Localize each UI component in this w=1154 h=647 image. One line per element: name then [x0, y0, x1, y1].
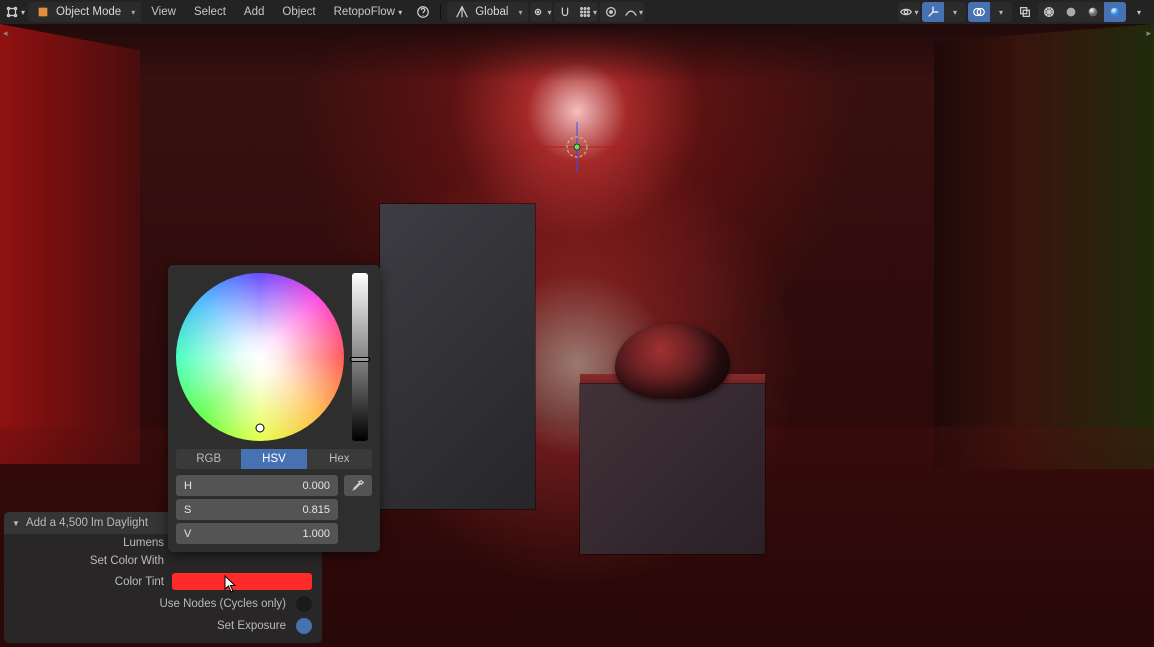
menu-view[interactable]: View: [143, 6, 184, 18]
proportional-curve-dropdown[interactable]: ▾: [622, 2, 644, 22]
overlay-dropdown[interactable]: ▾: [990, 2, 1012, 22]
menu-object[interactable]: Object: [274, 6, 323, 18]
operator-title: Add a 4,500 lm Daylight: [26, 517, 148, 529]
shading-matprev[interactable]: [1082, 2, 1104, 22]
proportional-toggle[interactable]: [600, 2, 622, 22]
saturation-label: S: [184, 504, 191, 516]
visibility-dropdown[interactable]: ▾: [898, 2, 920, 22]
object-short-box: [580, 384, 765, 554]
shading-wireframe[interactable]: [1038, 2, 1060, 22]
lumens-label: Lumens: [14, 537, 164, 549]
set-color-with-label: Set Color With: [14, 555, 164, 567]
color-tint-swatch[interactable]: [172, 573, 312, 590]
saturation-value: 0.815: [302, 504, 330, 516]
color-tint-label: Color Tint: [14, 576, 164, 588]
hue-field[interactable]: H 0.000: [176, 475, 338, 496]
shading-options-dropdown[interactable]: ▾: [1128, 1, 1150, 23]
wall-left: [0, 24, 140, 464]
object-suzanne: [615, 324, 730, 399]
saturation-field[interactable]: S 0.815: [176, 499, 338, 520]
menu-select[interactable]: Select: [186, 6, 234, 18]
viewport-corner-right[interactable]: ▸: [1146, 28, 1151, 39]
gizmo-toggle[interactable]: [922, 2, 944, 22]
use-nodes-checkbox[interactable]: [296, 596, 312, 612]
value-slider-thumb: [350, 357, 370, 362]
color-mode-tabs: RGB HSV Hex: [176, 449, 372, 469]
editor-type-dropdown[interactable]: ▾: [4, 1, 26, 23]
pivot-snap-group: ▾: [530, 2, 552, 22]
snap-dropdown[interactable]: ▾: [576, 2, 598, 22]
hue-label: H: [184, 480, 192, 492]
viewport-header: ▾ Object Mode ▾ View Select Add Object R…: [0, 0, 1154, 24]
tab-hex[interactable]: Hex: [307, 449, 372, 469]
orientation-label: Global: [475, 6, 508, 18]
tab-rgb[interactable]: RGB: [176, 449, 241, 469]
set-exposure-checkbox[interactable]: [296, 618, 312, 634]
value-label: V: [184, 528, 191, 540]
cursor-3d: [517, 122, 637, 172]
mode-label: Object Mode: [56, 6, 121, 18]
hue-value: 0.000: [302, 480, 330, 492]
disclosure-triangle-icon: ▼: [12, 519, 20, 528]
tab-hsv[interactable]: HSV: [241, 449, 306, 469]
value-field[interactable]: V 1.000: [176, 523, 338, 544]
value-slider[interactable]: [352, 273, 368, 441]
orientation-dropdown[interactable]: Global ▾: [447, 2, 528, 22]
object-tall-box: [380, 204, 535, 509]
gizmo-dropdown[interactable]: ▾: [944, 2, 966, 22]
color-picker-popover: RGB HSV Hex H 0.000 S 0.815 V 1.000: [168, 265, 380, 552]
menu-retopoflow[interactable]: RetopoFlow ▾: [326, 6, 411, 18]
value-value: 1.000: [302, 528, 330, 540]
eyedropper-button[interactable]: [344, 475, 372, 496]
help-icon[interactable]: [412, 1, 434, 23]
viewport-3d[interactable]: ▼ Add a 4,500 lm Daylight Lumens Set Col…: [0, 24, 1154, 647]
mouse-cursor-icon: [224, 575, 238, 593]
shading-solid[interactable]: [1060, 2, 1082, 22]
xray-toggle[interactable]: [1014, 1, 1036, 23]
set-exposure-label: Set Exposure: [217, 620, 286, 632]
pivot-point-dropdown[interactable]: ▾: [530, 2, 552, 22]
menu-add[interactable]: Add: [236, 6, 272, 18]
shading-mode-group: [1038, 2, 1126, 22]
shading-rendered[interactable]: [1104, 2, 1126, 22]
overlay-toggle[interactable]: [968, 2, 990, 22]
wall-right: [934, 24, 1154, 469]
mode-dropdown[interactable]: Object Mode ▾: [28, 2, 141, 22]
snap-toggle[interactable]: [554, 2, 576, 22]
color-wheel[interactable]: [176, 273, 344, 441]
color-wheel-cursor: [256, 423, 265, 432]
use-nodes-label: Use Nodes (Cycles only): [159, 598, 286, 610]
viewport-corner-left[interactable]: ◂: [3, 28, 8, 39]
